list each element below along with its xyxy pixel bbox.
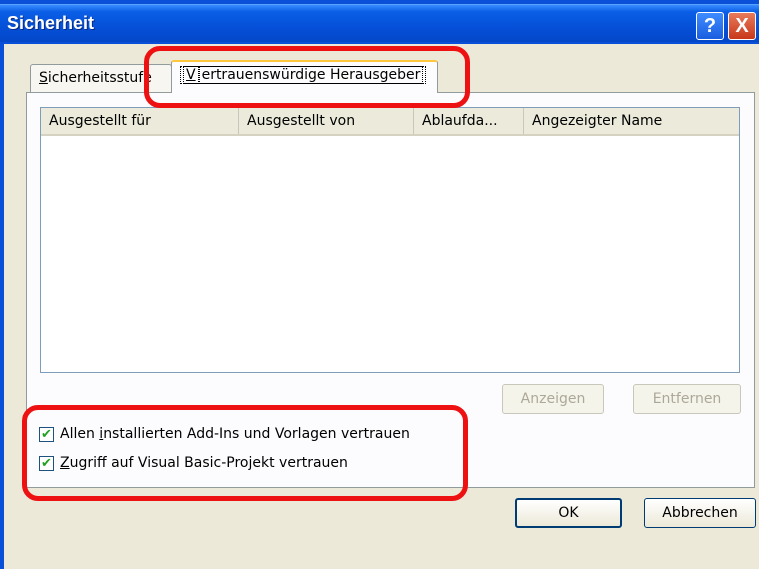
help-button[interactable]: ?	[696, 12, 724, 40]
trust-vba-label: Zugriff auf Visual Basic-Projekt vertrau…	[60, 455, 348, 471]
trust-addins-checkbox[interactable]: ✔	[39, 426, 54, 442]
tab-mnemonic: S	[39, 70, 48, 86]
tab-label: ertrauenswürdige Herausgeber	[198, 66, 424, 84]
cancel-button[interactable]: Abbrechen	[644, 498, 756, 528]
tab-label: icherheitsstufe	[47, 70, 152, 86]
trust-addins-checkbox-row[interactable]: ✔ Allen installierten Add-Ins und Vorlag…	[39, 426, 410, 442]
help-icon: ?	[703, 14, 717, 37]
label-part: Allen	[60, 426, 100, 442]
column-header-display-name[interactable]: Angezeigter Name	[524, 108, 739, 134]
tab-sicherheitsstufe[interactable]: Sicherheitsstufe	[30, 64, 172, 92]
close-icon: X	[735, 14, 749, 37]
title-bar[interactable]: Sicherheit ? X	[0, 4, 759, 42]
show-button[interactable]: Anzeigen	[502, 384, 604, 414]
ok-button[interactable]: OK	[515, 498, 622, 528]
remove-button[interactable]: Entfernen	[633, 384, 741, 414]
label-part: ugriff auf Visual Basic-Projekt vertraue…	[69, 455, 348, 471]
window-title: Sicherheit	[7, 13, 95, 33]
publisher-list[interactable]: Ausgestellt für Ausgestellt von Ablaufda…	[40, 107, 740, 373]
dialog-client-area: Sicherheitsstufe Vertrauenswürdige Herau…	[4, 44, 759, 569]
label-part: nstallierten Add-Ins und Vorlagen vertra…	[103, 426, 410, 442]
trust-addins-label: Allen installierten Add-Ins und Vorlagen…	[60, 426, 410, 442]
column-header-issued-by[interactable]: Ausgestellt von	[239, 108, 414, 134]
tab-mnemonic: V	[183, 66, 199, 84]
tab-focus-label: Vertrauenswürdige Herausgeber	[180, 66, 427, 84]
trust-vba-checkbox[interactable]: ✔	[39, 455, 54, 471]
tab-vertrauenswuerdige-herausgeber[interactable]: Vertrauenswürdige Herausgeber	[171, 60, 438, 93]
column-header-expiry[interactable]: Ablaufda...	[414, 108, 524, 134]
column-header-issued-to[interactable]: Ausgestellt für	[41, 108, 239, 134]
close-button[interactable]: X	[728, 12, 756, 40]
tab-panel: Ausgestellt für Ausgestellt von Ablaufda…	[26, 92, 755, 488]
list-header: Ausgestellt für Ausgestellt von Ablaufda…	[41, 108, 739, 136]
trust-vba-checkbox-row[interactable]: ✔ Zugriff auf Visual Basic-Projekt vertr…	[39, 455, 348, 471]
label-mnemonic: Z	[60, 455, 70, 471]
dialog-window: Sicherheit ? X Sicherheitsstufe Vertraue…	[0, 0, 759, 569]
